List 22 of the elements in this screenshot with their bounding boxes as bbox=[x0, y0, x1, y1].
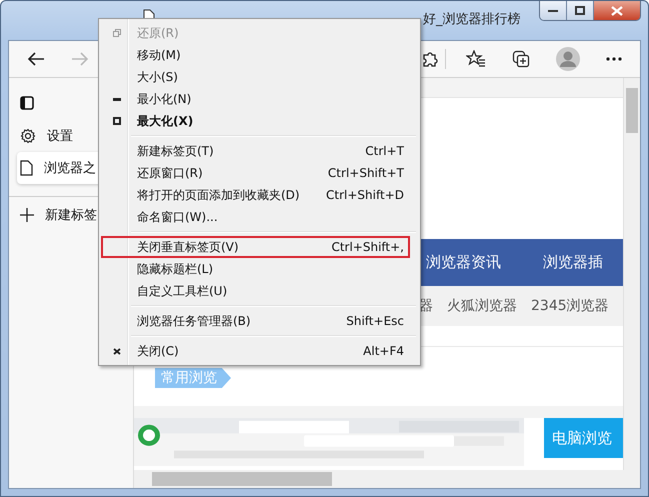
menu-item[interactable]: 隐藏标题栏(L) bbox=[131, 260, 408, 278]
subnav-link[interactable]: 器 bbox=[419, 297, 433, 315]
menu-item[interactable]: 关闭(C) Alt+F4 bbox=[131, 342, 408, 360]
sidebar-item[interactable]: 设置 bbox=[17, 120, 131, 152]
menu-item[interactable]: 新建标签页(T) Ctrl+T bbox=[131, 142, 408, 160]
subnav-link[interactable]: 2345浏览器 bbox=[531, 297, 609, 315]
menu-item[interactable]: 自定义工具栏(U) bbox=[131, 282, 408, 300]
menu-item[interactable]: 最大化(X) bbox=[131, 112, 408, 130]
menu-item[interactable]: 将打开的页面添加到收藏夹(D) Ctrl+Shift+D bbox=[131, 186, 408, 204]
nav-link[interactable]: 浏览器插 bbox=[543, 253, 603, 272]
menu-item[interactable]: 关闭垂直标签页(V) Ctrl+Shift+, bbox=[131, 238, 408, 256]
menu-item[interactable]: 命名窗口(W)... bbox=[131, 208, 408, 226]
menu-item[interactable]: 还原窗口(R) Ctrl+Shift+T bbox=[131, 164, 408, 182]
menu-item[interactable]: 最小化(N) bbox=[131, 90, 408, 108]
sidebar-item[interactable]: 新建标签 bbox=[17, 199, 131, 231]
menu-item[interactable]: 浏览器任务管理器(B) Shift+Esc bbox=[131, 312, 408, 330]
nav-link[interactable]: 浏览器资讯 bbox=[426, 253, 501, 272]
window-title: 好_浏览器排行榜 bbox=[423, 11, 520, 28]
menu-item[interactable]: 大小(S) bbox=[131, 68, 408, 86]
subnav-link[interactable]: 火狐浏览器 bbox=[447, 297, 517, 315]
section-tag: 常用浏览 bbox=[155, 368, 231, 388]
menu-item[interactable]: 移动(M) bbox=[131, 46, 408, 64]
